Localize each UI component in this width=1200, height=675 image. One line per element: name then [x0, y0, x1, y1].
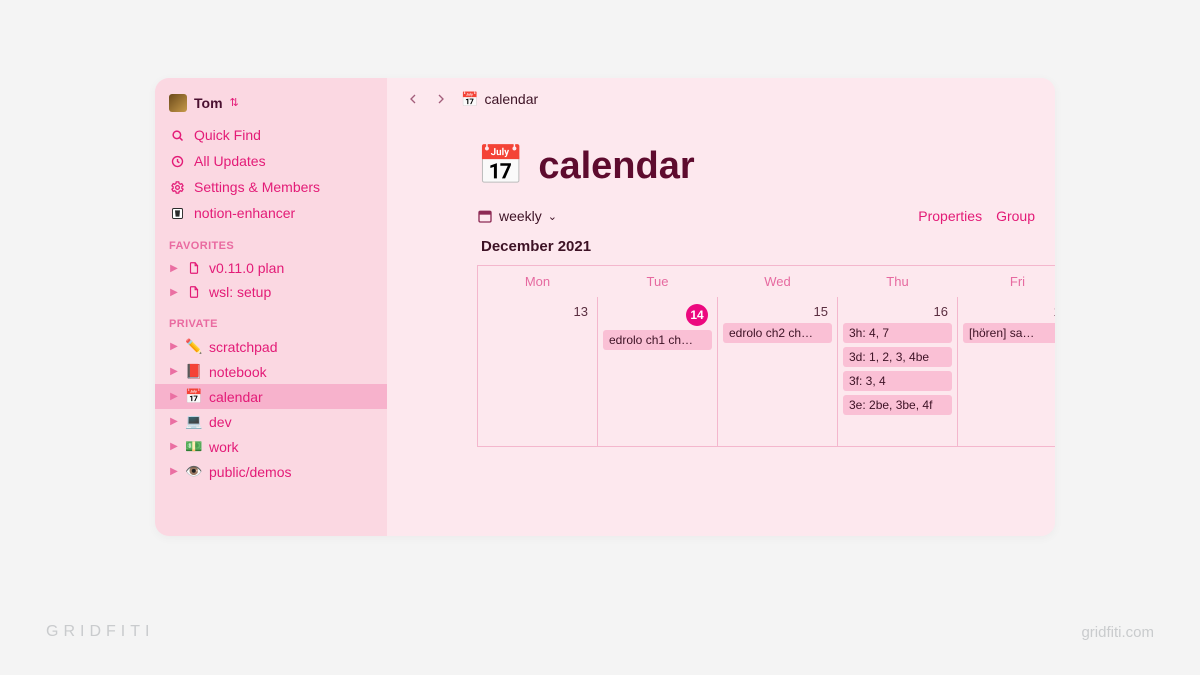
- calendar-event[interactable]: 3h: 4, 7: [843, 323, 952, 343]
- settings-button[interactable]: Settings & Members: [155, 174, 387, 200]
- month-label: December 2021: [477, 238, 1055, 265]
- sidebar-item-favorite[interactable]: ▶ v0.11.0 plan: [155, 256, 387, 280]
- chevron-down-icon: ⌄: [548, 210, 557, 223]
- calendar-day-cell[interactable]: 17[hören] sa…: [958, 297, 1055, 447]
- page-emoji-icon: 📅: [185, 388, 203, 405]
- day-number: 14: [603, 302, 712, 330]
- page-icon[interactable]: 📅: [477, 144, 524, 188]
- watermark-url: gridfiti.com: [1081, 624, 1154, 641]
- calendar-view: December 2021 MonTueWedThuFri1314edrolo …: [387, 224, 1055, 447]
- expand-icon[interactable]: ▶: [169, 441, 179, 452]
- sidebar-item-label: dev: [209, 414, 232, 430]
- favorites-list: ▶ v0.11.0 plan ▶ wsl: setup: [155, 256, 387, 304]
- workspace-avatar: [169, 94, 187, 112]
- group-button[interactable]: Group: [996, 208, 1035, 224]
- properties-button[interactable]: Properties: [918, 208, 982, 224]
- calendar-icon: 📅: [461, 91, 478, 108]
- main-content: 📅 calendar 📅 calendar weekly ⌄ Propertie…: [387, 78, 1055, 536]
- calendar-day-cell[interactable]: 163h: 4, 7 3d: 1, 2, 3, 4be 3f: 3, 4 3e: 2b…: [838, 297, 958, 447]
- calendar-event[interactable]: edrolo ch1 ch…: [603, 330, 712, 350]
- sidebar-item-favorite[interactable]: ▶ wsl: setup: [155, 280, 387, 304]
- private-header: PRIVATE: [155, 304, 387, 334]
- page-icon: [185, 261, 203, 275]
- sidebar: Tom ⇅ Quick Find All Updates Settings & …: [155, 78, 387, 536]
- search-icon: [169, 128, 185, 143]
- calendar-day-header: Wed: [718, 266, 838, 297]
- calendar-day-header: Thu: [838, 266, 958, 297]
- sidebar-item-private[interactable]: ▶ ✏️ scratchpad: [155, 334, 387, 359]
- day-number: 13: [483, 302, 592, 323]
- day-number: 16: [843, 302, 952, 323]
- calendar-event[interactable]: 3d: 1, 2, 3, 4be: [843, 347, 952, 367]
- sidebar-item-label: wsl: setup: [209, 284, 271, 300]
- app-window: Tom ⇅ Quick Find All Updates Settings & …: [155, 78, 1055, 536]
- sidebar-item-label: work: [209, 439, 239, 455]
- updown-icon: ⇅: [230, 98, 239, 109]
- expand-icon[interactable]: ▶: [169, 341, 179, 352]
- breadcrumb-title: calendar: [484, 91, 538, 107]
- sidebar-item-label: v0.11.0 plan: [209, 260, 284, 276]
- sidebar-item-label: scratchpad: [209, 339, 277, 355]
- sidebar-item-label: calendar: [209, 389, 263, 405]
- page-emoji-icon: ✏️: [185, 338, 203, 355]
- workspace-switcher[interactable]: Tom ⇅: [155, 88, 387, 122]
- view-toolbar: weekly ⌄ Properties Group: [387, 208, 1055, 224]
- favorites-header: FAVORITES: [155, 226, 387, 256]
- day-number: 15: [723, 302, 832, 323]
- gear-icon: [169, 180, 185, 195]
- sidebar-item-private[interactable]: ▶ 📕 notebook: [155, 359, 387, 384]
- sidebar-item-label: public/demos: [209, 464, 292, 480]
- calendar-day-cell[interactable]: 15edrolo ch2 ch…: [718, 297, 838, 447]
- calendar-day-cell[interactable]: 14edrolo ch1 ch…: [598, 297, 718, 447]
- sidebar-item-label: notebook: [209, 364, 267, 380]
- calendar-day-cell[interactable]: 13: [478, 297, 598, 447]
- calendar-grid: MonTueWedThuFri1314edrolo ch1 ch…15edrol…: [477, 265, 1055, 447]
- expand-icon[interactable]: ▶: [169, 416, 179, 427]
- watermark-brand: GRIDFITI: [46, 623, 154, 641]
- page-header: 📅 calendar: [387, 114, 1055, 202]
- expand-icon[interactable]: ▶: [169, 366, 179, 377]
- expand-icon[interactable]: ▶: [169, 391, 179, 402]
- all-updates-button[interactable]: All Updates: [155, 148, 387, 174]
- topbar: 📅 calendar: [387, 78, 1055, 114]
- expand-icon[interactable]: ▶: [169, 466, 179, 477]
- expand-icon[interactable]: ▶: [169, 263, 179, 274]
- workspace-name: Tom: [194, 95, 223, 111]
- breadcrumb[interactable]: 📅 calendar: [461, 91, 538, 108]
- quick-find-button[interactable]: Quick Find: [155, 122, 387, 148]
- private-list: ▶ ✏️ scratchpad ▶ 📕 notebook ▶ 📅 calendar ▶ 💻 dev ▶ 💵…: [155, 334, 387, 484]
- quick-find-label: Quick Find: [194, 127, 261, 143]
- forward-button[interactable]: [433, 90, 451, 108]
- sidebar-item-private[interactable]: ▶ 💵 work: [155, 434, 387, 459]
- page-emoji-icon: 📕: [185, 363, 203, 380]
- view-name: weekly: [499, 208, 542, 224]
- expand-icon[interactable]: ▶: [169, 287, 179, 298]
- calendar-day-header: Tue: [598, 266, 718, 297]
- page-emoji-icon: 💻: [185, 413, 203, 430]
- back-button[interactable]: [405, 90, 423, 108]
- view-picker[interactable]: weekly ⌄: [477, 208, 557, 224]
- settings-label: Settings & Members: [194, 179, 320, 195]
- notion-enhancer-button[interactable]: notion-enhancer: [155, 200, 387, 226]
- enhancer-label: notion-enhancer: [194, 205, 295, 221]
- sidebar-item-private[interactable]: ▶ 💻 dev: [155, 409, 387, 434]
- calendar-event[interactable]: 3e: 2be, 3be, 4f: [843, 395, 952, 415]
- calendar-day-header: Fri: [958, 266, 1055, 297]
- calendar-event[interactable]: edrolo ch2 ch…: [723, 323, 832, 343]
- page-emoji-icon: 👁️: [185, 463, 203, 480]
- clock-icon: [169, 154, 185, 169]
- calendar-grid-icon: [477, 208, 493, 224]
- calendar-event[interactable]: [hören] sa…: [963, 323, 1055, 343]
- page-title[interactable]: calendar: [538, 145, 694, 188]
- enhancer-icon: [169, 206, 185, 221]
- sidebar-item-private[interactable]: ▶ 👁️ public/demos: [155, 459, 387, 484]
- calendar-event[interactable]: 3f: 3, 4: [843, 371, 952, 391]
- all-updates-label: All Updates: [194, 153, 266, 169]
- calendar-day-header: Mon: [478, 266, 598, 297]
- view-actions: Properties Group: [918, 208, 1035, 224]
- day-number: 17: [963, 302, 1055, 323]
- page-icon: [185, 285, 203, 299]
- page-emoji-icon: 💵: [185, 438, 203, 455]
- sidebar-item-private[interactable]: ▶ 📅 calendar: [155, 384, 387, 409]
